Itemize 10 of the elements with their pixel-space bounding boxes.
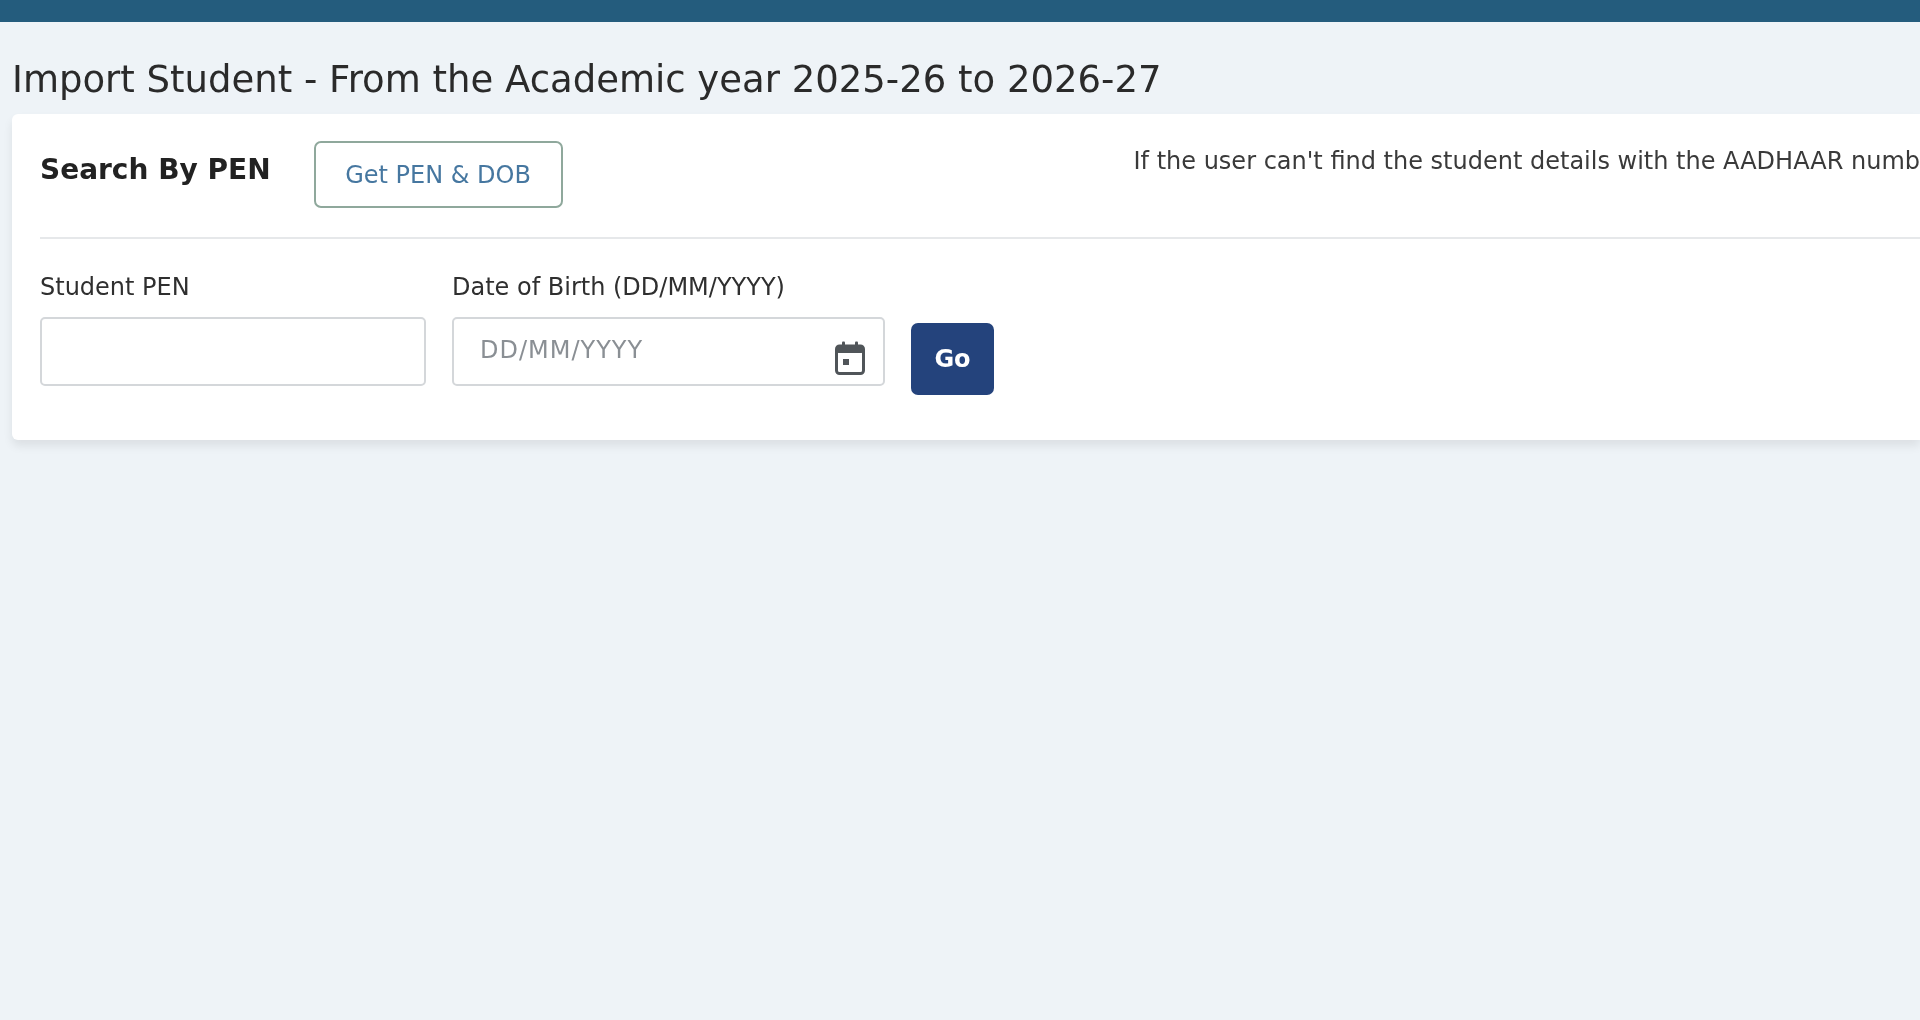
notice-text: If the user can't find the student details with the AADHAAR numb	[1133, 146, 1920, 177]
go-button[interactable]: Go	[911, 323, 994, 396]
calendar-icon[interactable]	[835, 341, 865, 376]
field-label: Student PEN	[40, 272, 190, 304]
input-field[interactable]	[40, 317, 426, 387]
panel-title: Search By PEN	[40, 153, 271, 187]
page-title: Import Student - From the Academic year 2025-26 to 2026-27	[12, 58, 1163, 103]
field-label: Date of Birth (DD/MM/YYYY)	[452, 272, 785, 304]
get-pen-dob-button[interactable]: Get PEN & DOB	[313, 141, 563, 209]
date-field[interactable]: DD/MM/YYYY	[452, 317, 885, 387]
